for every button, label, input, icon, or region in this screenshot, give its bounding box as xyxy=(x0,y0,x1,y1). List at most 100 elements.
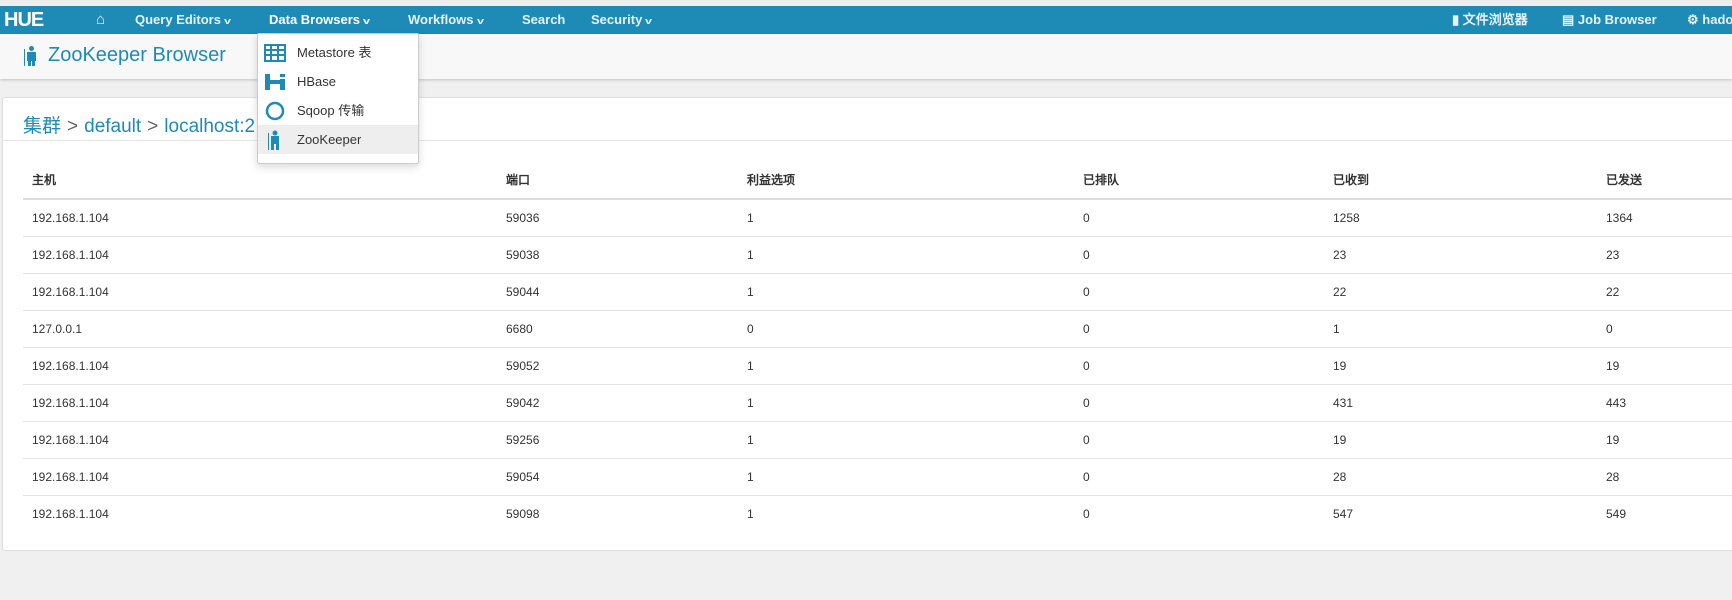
menu-item-label: ZooKeeper xyxy=(297,132,362,147)
table-row: 192.168.1.104 59054 1 0 28 28 xyxy=(23,457,1732,495)
table-cell: 1 xyxy=(738,420,1074,458)
table-cell: 192.168.1.104 xyxy=(23,420,497,458)
zookeeper-icon xyxy=(268,130,279,150)
column-header[interactable]: 已发送 xyxy=(1597,160,1732,200)
table-cell: 0 xyxy=(1074,309,1324,347)
nav-label: Job Browser xyxy=(1577,12,1657,27)
chevron-down-icon: v xyxy=(476,16,484,26)
hue-logo[interactable]: HUE xyxy=(4,10,44,30)
nav-search[interactable]: Search xyxy=(522,6,565,34)
column-header[interactable]: 已收到 xyxy=(1324,160,1597,200)
table-cell: 22 xyxy=(1324,272,1597,310)
table-cell: 1 xyxy=(738,235,1074,273)
table-cell: 59256 xyxy=(497,420,738,458)
breadcrumb-cluster[interactable]: 集群 xyxy=(23,116,61,137)
table-row: 192.168.1.104 59042 1 0 431 443 xyxy=(23,383,1732,421)
nav-label: Data Browsers xyxy=(269,12,361,27)
table-cell: 28 xyxy=(1324,457,1597,495)
menu-item-metastore[interactable]: Metastore 表 xyxy=(258,38,418,67)
column-header[interactable]: 端口 xyxy=(497,160,738,200)
table-cell: 0 xyxy=(738,309,1074,347)
table-cell: 127.0.0.1 xyxy=(23,309,497,347)
menu-item-label: Sqoop 传输 xyxy=(297,103,365,118)
table-cell: 1258 xyxy=(1324,198,1597,236)
table-cell: 0 xyxy=(1074,420,1324,458)
hbase-icon xyxy=(265,74,285,90)
top-navbar: HUE ⌂ Query Editors v Data Browsers v Work… xyxy=(0,6,1732,34)
sqoop-icon xyxy=(265,101,285,121)
table-cell: 28 xyxy=(1597,457,1732,495)
table-row: 192.168.1.104 59256 1 0 19 19 xyxy=(23,420,1732,458)
table-cell: 1 xyxy=(738,457,1074,495)
column-header[interactable]: 已排队 xyxy=(1074,160,1324,200)
nav-label: Workflows xyxy=(408,12,474,27)
table-cell: 23 xyxy=(1324,235,1597,273)
menu-item-zookeeper[interactable]: ZooKeeper xyxy=(258,125,418,154)
breadcrumb-host[interactable]: localhost:2 xyxy=(164,116,255,137)
table-cell: 0 xyxy=(1074,272,1324,310)
breadcrumb: 集群 > default > localhost:2 xyxy=(23,111,255,138)
menu-item-label: Metastore 表 xyxy=(297,45,372,60)
table-cell: 19 xyxy=(1324,346,1597,384)
table-header-row: 主机 端口 利益选项 已排队 已收到 已发送 xyxy=(23,160,1732,200)
column-header[interactable]: 利益选项 xyxy=(738,160,1074,200)
table-cell: 59052 xyxy=(497,346,738,384)
table-cell: 0 xyxy=(1074,457,1324,495)
table-cell: 1 xyxy=(738,494,1074,532)
table-row: 192.168.1.104 59044 1 0 22 22 xyxy=(23,272,1732,310)
data-browsers-dropdown: Metastore 表 HBase Sqoop 传输 ZooKeeper xyxy=(257,33,419,164)
table-cell: 549 xyxy=(1597,494,1732,532)
nav-query-editors[interactable]: Query Editors v xyxy=(135,6,231,34)
table-cell: 431 xyxy=(1324,383,1597,421)
chevron-down-icon: v xyxy=(223,16,231,26)
nav-label: Query Editors xyxy=(135,12,221,27)
table-cell: 19 xyxy=(1597,346,1732,384)
menu-item-sqoop[interactable]: Sqoop 传输 xyxy=(258,96,418,125)
nav-job-browser[interactable]: ▤ Job Browser xyxy=(1562,6,1657,34)
file-icon: ▮ xyxy=(1452,12,1463,27)
table-cell: 1364 xyxy=(1597,198,1732,236)
table-cell: 1 xyxy=(738,272,1074,310)
breadcrumb-separator: > xyxy=(67,116,79,137)
table-cell: 192.168.1.104 xyxy=(23,494,497,532)
nav-file-browser[interactable]: ▮ 文件浏览器 xyxy=(1452,6,1528,34)
table-cell: 443 xyxy=(1597,383,1732,421)
table-cell: 59036 xyxy=(497,198,738,236)
table-icon xyxy=(264,44,286,62)
nav-data-browsers[interactable]: Data Browsers v xyxy=(269,6,371,34)
table-cell: 59098 xyxy=(497,494,738,532)
page-title: ZooKeeper Browser xyxy=(48,44,226,66)
table-cell: 0 xyxy=(1074,383,1324,421)
table-cell: 1 xyxy=(1324,309,1597,347)
home-icon[interactable]: ⌂ xyxy=(96,6,105,34)
table-row: 127.0.0.1 6680 0 0 1 0 xyxy=(23,309,1732,347)
table-row: 192.168.1.104 59098 1 0 547 549 xyxy=(23,494,1732,532)
table-cell: 192.168.1.104 xyxy=(23,272,497,310)
nav-user-menu[interactable]: ⚙ hado xyxy=(1687,6,1732,34)
table-row: 192.168.1.104 59036 1 0 1258 1364 xyxy=(23,198,1732,236)
table-cell: 59044 xyxy=(497,272,738,310)
table-cell: 6680 xyxy=(497,309,738,347)
nav-label: hado xyxy=(1702,12,1732,27)
nav-workflows[interactable]: Workflows v xyxy=(408,6,484,34)
menu-item-label: HBase xyxy=(297,74,337,89)
chevron-down-icon: v xyxy=(363,16,371,26)
table-cell: 1 xyxy=(738,346,1074,384)
nav-security[interactable]: Security v xyxy=(591,6,653,34)
table-cell: 192.168.1.104 xyxy=(23,457,497,495)
zookeeper-icon xyxy=(24,46,38,66)
table-cell: 1 xyxy=(738,198,1074,236)
table-cell: 22 xyxy=(1597,272,1732,310)
table-cell: 192.168.1.104 xyxy=(23,235,497,273)
table-cell: 59054 xyxy=(497,457,738,495)
column-header[interactable]: 主机 xyxy=(23,160,497,200)
gears-icon: ⚙ xyxy=(1687,12,1703,27)
table-cell: 23 xyxy=(1597,235,1732,273)
nav-label: 文件浏览器 xyxy=(1462,12,1528,27)
menu-item-hbase[interactable]: HBase xyxy=(258,67,418,96)
breadcrumb-separator: > xyxy=(147,116,159,137)
breadcrumb-default[interactable]: default xyxy=(84,116,141,137)
table-cell: 192.168.1.104 xyxy=(23,383,497,421)
chevron-down-icon: v xyxy=(645,16,653,26)
table-cell: 0 xyxy=(1074,346,1324,384)
